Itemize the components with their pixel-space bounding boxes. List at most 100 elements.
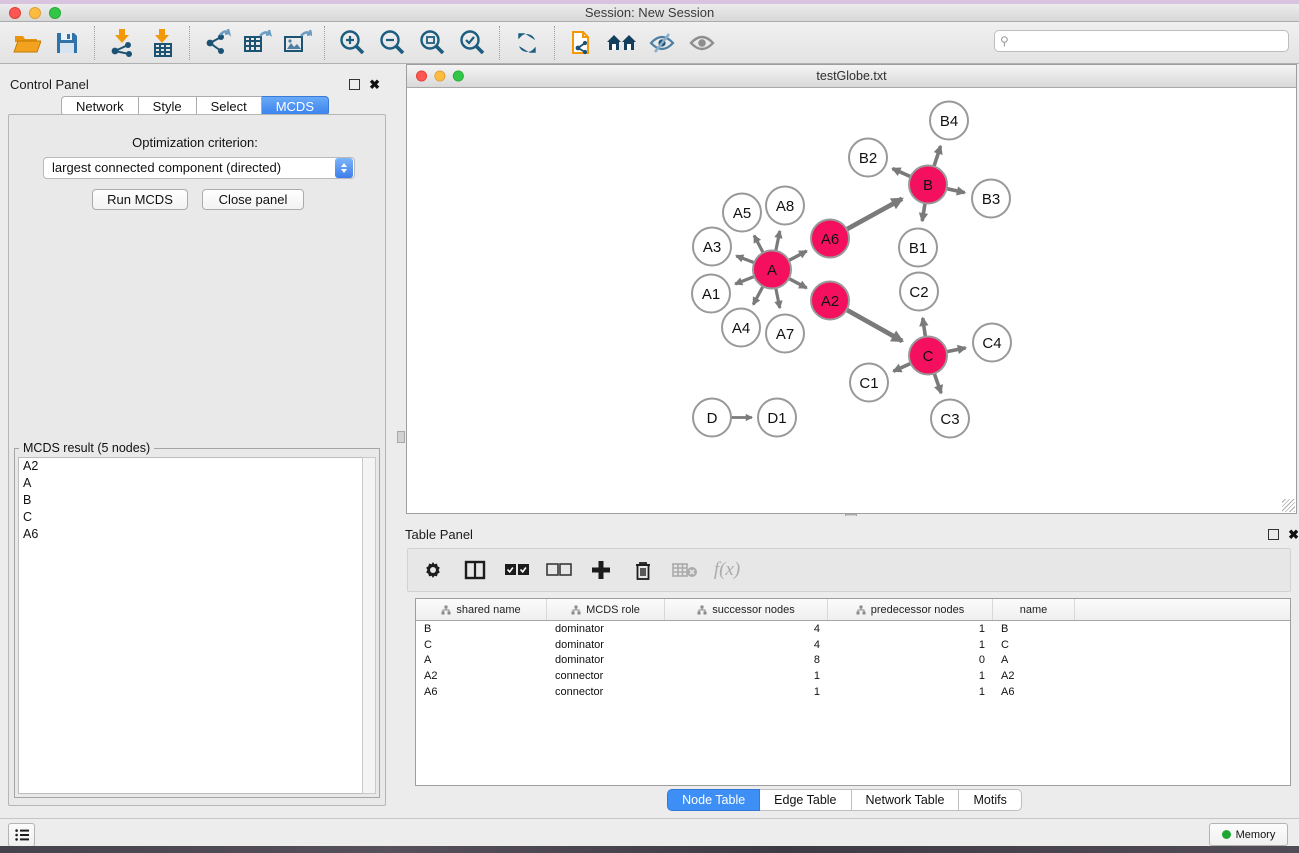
- node-table[interactable]: shared nameMCDS rolesuccessor nodesprede…: [415, 598, 1291, 786]
- column-header-shared-name[interactable]: shared name: [416, 599, 547, 620]
- edge-A-A4[interactable]: [753, 284, 764, 304]
- zoom-fit-button[interactable]: [415, 26, 449, 60]
- mcds-result-list[interactable]: A2ABCA6: [18, 457, 364, 794]
- table-row[interactable]: Bdominator41B: [416, 621, 1290, 637]
- column-header-predecessor-nodes[interactable]: predecessor nodes: [828, 599, 993, 620]
- column-header-successor-nodes[interactable]: successor nodes: [665, 599, 828, 620]
- export-table-button[interactable]: [240, 26, 274, 60]
- save-session-button[interactable]: [50, 26, 84, 60]
- node-C[interactable]: C: [909, 337, 947, 375]
- tab-style[interactable]: Style: [139, 96, 197, 116]
- node-B1[interactable]: B1: [899, 229, 937, 267]
- edge-A-A2[interactable]: [787, 278, 807, 289]
- import-table-button[interactable]: [145, 26, 179, 60]
- edge-C-C2[interactable]: [923, 318, 926, 339]
- tab-edge-table[interactable]: Edge Table: [760, 789, 851, 811]
- result-item[interactable]: A6: [19, 526, 363, 543]
- node-C3[interactable]: C3: [931, 400, 969, 438]
- network-graph[interactable]: B4 B2 B B3 A8A5 A6 A3 B1 A A1 C2 A2 A4A7 C4 C C1 C3 D D1: [407, 88, 1296, 513]
- node-A8[interactable]: A8: [766, 187, 804, 225]
- tab-network-table[interactable]: Network Table: [852, 789, 960, 811]
- memory-button[interactable]: Memory: [1209, 823, 1288, 846]
- hide-selected-button[interactable]: [645, 26, 679, 60]
- node-D[interactable]: D: [693, 399, 731, 437]
- result-item[interactable]: A2: [19, 458, 363, 475]
- edge-C-C1[interactable]: [893, 363, 912, 372]
- node-B[interactable]: B: [909, 166, 947, 204]
- tab-network[interactable]: Network: [61, 96, 139, 116]
- node-A4[interactable]: A4: [722, 309, 760, 347]
- table-row[interactable]: A6connector11A6: [416, 684, 1290, 700]
- edge-A-A3[interactable]: [736, 256, 756, 264]
- edge-C-C4[interactable]: [945, 348, 966, 352]
- node-C4[interactable]: C4: [973, 324, 1011, 362]
- close-panel-icon[interactable]: ✖: [369, 79, 380, 90]
- node-A3[interactable]: A3: [693, 228, 731, 266]
- edge-A2-C[interactable]: [845, 309, 902, 341]
- zoom-out-button[interactable]: [375, 26, 409, 60]
- zoom-in-button[interactable]: [335, 26, 369, 60]
- search-field[interactable]: ⚲: [994, 30, 1289, 52]
- result-item[interactable]: B: [19, 492, 363, 509]
- result-item[interactable]: A: [19, 475, 363, 492]
- edge-A-A5[interactable]: [754, 236, 764, 255]
- network-canvas[interactable]: B4 B2 B B3 A8A5 A6 A3 B1 A A1 C2 A2 A4A7 C4 C C1 C3 D D1: [406, 88, 1297, 514]
- node-D1[interactable]: D1: [758, 399, 796, 437]
- close-panel-button[interactable]: Close panel: [202, 189, 304, 210]
- node-C1[interactable]: C1: [850, 364, 888, 402]
- node-A1[interactable]: A1: [692, 275, 730, 313]
- task-history-button[interactable]: [8, 823, 35, 847]
- deselect-all-button[interactable]: [546, 557, 572, 583]
- export-image-button[interactable]: [280, 26, 314, 60]
- node-B3[interactable]: B3: [972, 180, 1010, 218]
- network-window-titlebar[interactable]: testGlobe.txt: [406, 64, 1297, 88]
- tab-node-table[interactable]: Node Table: [667, 789, 760, 811]
- run-mcds-button[interactable]: Run MCDS: [92, 189, 188, 210]
- table-float-icon[interactable]: [1268, 529, 1279, 540]
- tab-select[interactable]: Select: [197, 96, 262, 116]
- edge-C-C3[interactable]: [934, 372, 942, 394]
- table-settings-button[interactable]: [420, 557, 446, 583]
- node-B2[interactable]: B2: [849, 139, 887, 177]
- node-A2[interactable]: A2: [811, 282, 849, 320]
- table-close-icon[interactable]: ✖: [1288, 529, 1299, 540]
- zoom-selected-button[interactable]: [455, 26, 489, 60]
- search-input[interactable]: [1012, 34, 1288, 48]
- show-all-button[interactable]: [685, 26, 719, 60]
- node-C2[interactable]: C2: [900, 273, 938, 311]
- open-session-button[interactable]: [10, 26, 44, 60]
- import-network-button[interactable]: [105, 26, 139, 60]
- edge-B-B4[interactable]: [933, 146, 940, 168]
- table-row[interactable]: A2connector11A2: [416, 668, 1290, 684]
- edge-B-B2[interactable]: [893, 169, 913, 178]
- node-B4[interactable]: B4: [930, 102, 968, 140]
- column-header-MCDS-role[interactable]: MCDS role: [547, 599, 665, 620]
- table-row[interactable]: Adominator80A: [416, 653, 1290, 669]
- export-network-button[interactable]: [200, 26, 234, 60]
- edge-A-A1[interactable]: [735, 276, 756, 284]
- show-columns-button[interactable]: [462, 557, 488, 583]
- tab-mcds[interactable]: MCDS: [262, 96, 329, 116]
- result-item[interactable]: C: [19, 509, 363, 526]
- edge-A-A6[interactable]: [787, 251, 807, 262]
- delete-column-button[interactable]: [630, 557, 656, 583]
- add-column-button[interactable]: [588, 557, 614, 583]
- edge-B-B3[interactable]: [945, 188, 965, 192]
- column-header-name[interactable]: name: [993, 599, 1075, 620]
- edge-A-A7[interactable]: [775, 286, 779, 308]
- resize-grip-icon[interactable]: [1282, 499, 1295, 512]
- select-all-button[interactable]: [504, 557, 530, 583]
- node-A7[interactable]: A7: [766, 315, 804, 353]
- clone-network-button[interactable]: [565, 26, 599, 60]
- vertical-splitter-handle[interactable]: [397, 431, 405, 443]
- edge-A6-B[interactable]: [845, 199, 902, 231]
- node-A[interactable]: A: [753, 251, 791, 289]
- tab-motifs[interactable]: Motifs: [959, 789, 1021, 811]
- node-A6[interactable]: A6: [811, 220, 849, 258]
- refresh-button[interactable]: [510, 26, 544, 60]
- result-list-scrollbar[interactable]: [362, 457, 376, 794]
- edge-A-A8[interactable]: [775, 231, 779, 253]
- node-A5[interactable]: A5: [723, 194, 761, 232]
- table-row[interactable]: Cdominator41C: [416, 637, 1290, 653]
- criterion-dropdown[interactable]: largest connected component (directed): [43, 157, 355, 179]
